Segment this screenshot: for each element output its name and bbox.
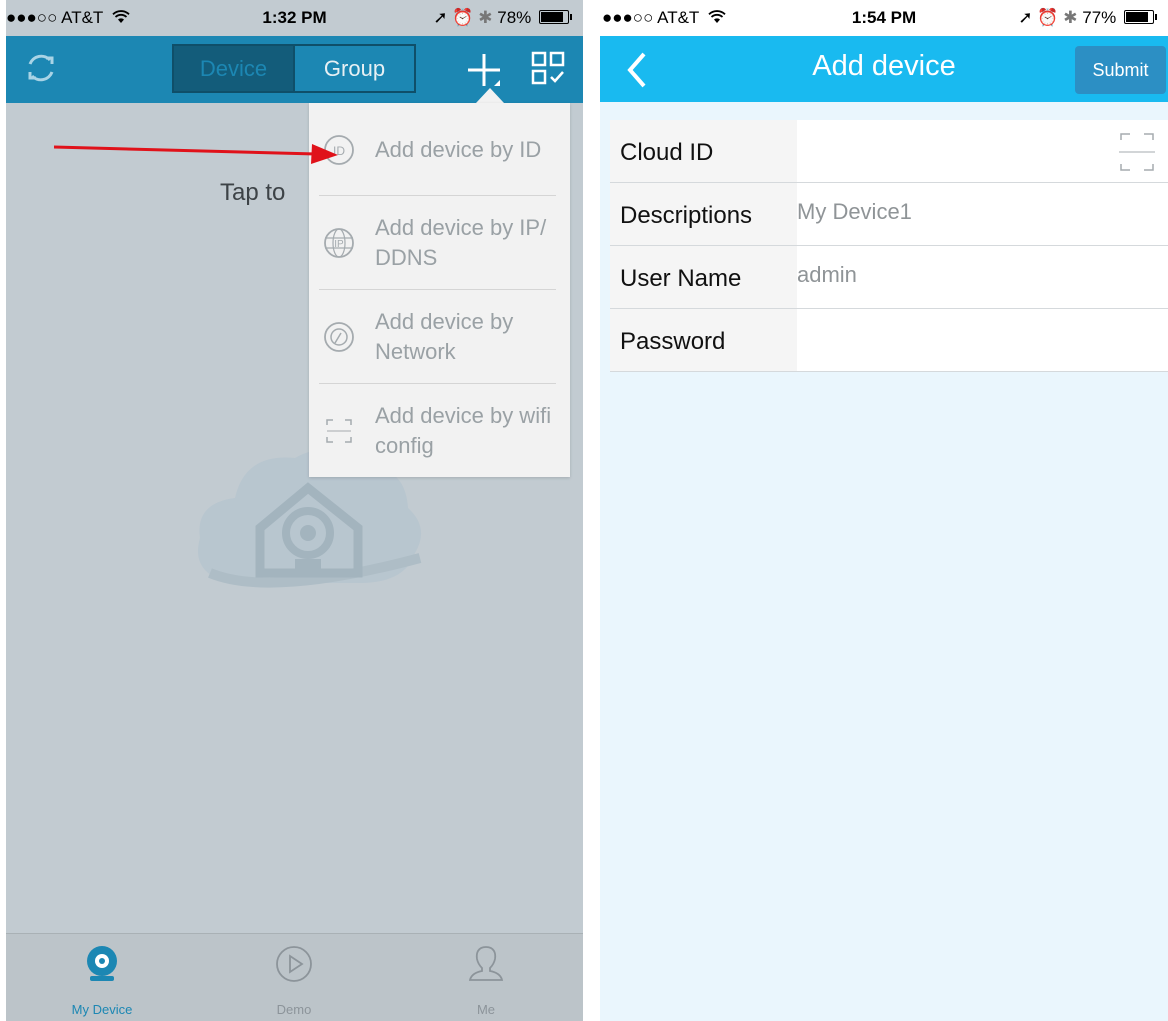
bluetooth-icon: ✱ xyxy=(1063,8,1078,27)
tab-device[interactable]: Device xyxy=(174,46,293,91)
tab-me[interactable]: Me xyxy=(390,934,582,1021)
right-screen: ●●●○○ AT&T 1:54 PM ➚ ⏰ ✱ 77% Add device … xyxy=(600,0,1168,1021)
location-icon: ➚ xyxy=(433,8,448,27)
battery-icon xyxy=(1124,10,1157,24)
cloud-id-input[interactable] xyxy=(797,120,1168,182)
descriptions-input[interactable]: My Device1 xyxy=(797,183,1168,245)
bottom-tab-bar: My Device Demo Me xyxy=(6,933,583,1021)
battery-percent: 77% xyxy=(1082,8,1117,27)
menu-item-add-by-wifi-config[interactable]: Add device by wifi config xyxy=(309,384,570,477)
refresh-icon[interactable] xyxy=(24,50,58,86)
menu-pointer xyxy=(476,88,504,103)
tab-label: Demo xyxy=(276,1002,312,1017)
add-icon[interactable] xyxy=(464,50,504,90)
username-row: User Name admin xyxy=(610,246,1168,309)
menu-item-add-by-network[interactable]: Add device by Network xyxy=(309,290,570,383)
tab-label: Me xyxy=(476,1002,496,1017)
location-icon: ➚ xyxy=(1018,8,1033,27)
add-device-form: Cloud ID Descriptions My Device1 User Na… xyxy=(610,120,1168,372)
scan-frame-icon xyxy=(326,418,352,443)
globe-ip-icon: IP xyxy=(324,227,354,258)
top-nav-bar: Add device Submit xyxy=(600,36,1168,102)
cloud-id-label: Cloud ID xyxy=(620,139,714,166)
username-input[interactable]: admin xyxy=(797,246,1168,308)
device-group-toggle: Device Group xyxy=(172,44,416,93)
empty-state-hint: Tap to xyxy=(220,179,286,206)
tab-label: My Device xyxy=(71,1002,133,1017)
tab-my-device[interactable]: My Device xyxy=(6,934,198,1021)
password-input[interactable] xyxy=(797,309,1168,371)
submit-button[interactable]: Submit xyxy=(1075,46,1166,94)
scan-code-icon[interactable] xyxy=(1118,130,1156,174)
add-device-menu: ID Add device by ID IP Add device by IP/… xyxy=(309,103,570,477)
qr-grid-icon[interactable] xyxy=(530,50,566,86)
status-bar: ●●●○○ AT&T 1:32 PM ➚ ⏰ ✱ 78% xyxy=(6,0,583,36)
battery-percent: 78% xyxy=(497,8,532,27)
menu-item-label: Add device by IP/ DDNS xyxy=(375,214,547,270)
menu-item-label: Add device by Network xyxy=(375,308,514,364)
cloud-id-row: Cloud ID xyxy=(610,120,1168,183)
password-label: Password xyxy=(620,328,726,355)
alarm-icon: ⏰ xyxy=(452,8,474,27)
network-icon xyxy=(324,321,354,352)
battery-icon xyxy=(539,10,572,24)
bluetooth-icon: ✱ xyxy=(478,8,493,27)
descriptions-label: Descriptions xyxy=(620,202,753,229)
person-icon xyxy=(468,946,504,981)
status-bar: ●●●○○ AT&T 1:54 PM ➚ ⏰ ✱ 77% xyxy=(600,0,1168,36)
svg-text:IP: IP xyxy=(334,239,344,250)
alarm-icon: ⏰ xyxy=(1037,8,1059,27)
left-screen: ●●●○○ AT&T 1:32 PM ➚ ⏰ ✱ 78% Device Grou… xyxy=(6,0,583,1021)
username-label: User Name xyxy=(620,265,742,292)
annotation-arrow xyxy=(54,144,338,164)
menu-item-label: Add device by ID xyxy=(375,136,542,162)
descriptions-row: Descriptions My Device1 xyxy=(610,183,1168,246)
password-row: Password xyxy=(610,309,1168,372)
tab-group[interactable]: Group xyxy=(293,46,414,91)
tab-demo[interactable]: Demo xyxy=(198,934,390,1021)
camera-icon xyxy=(87,946,117,981)
menu-item-label: Add device by wifi config xyxy=(375,402,552,458)
play-icon xyxy=(276,946,312,982)
menu-item-add-by-ip[interactable]: IP Add device by IP/ DDNS xyxy=(309,196,570,289)
menu-item-add-by-id[interactable]: ID Add device by ID xyxy=(309,103,570,196)
